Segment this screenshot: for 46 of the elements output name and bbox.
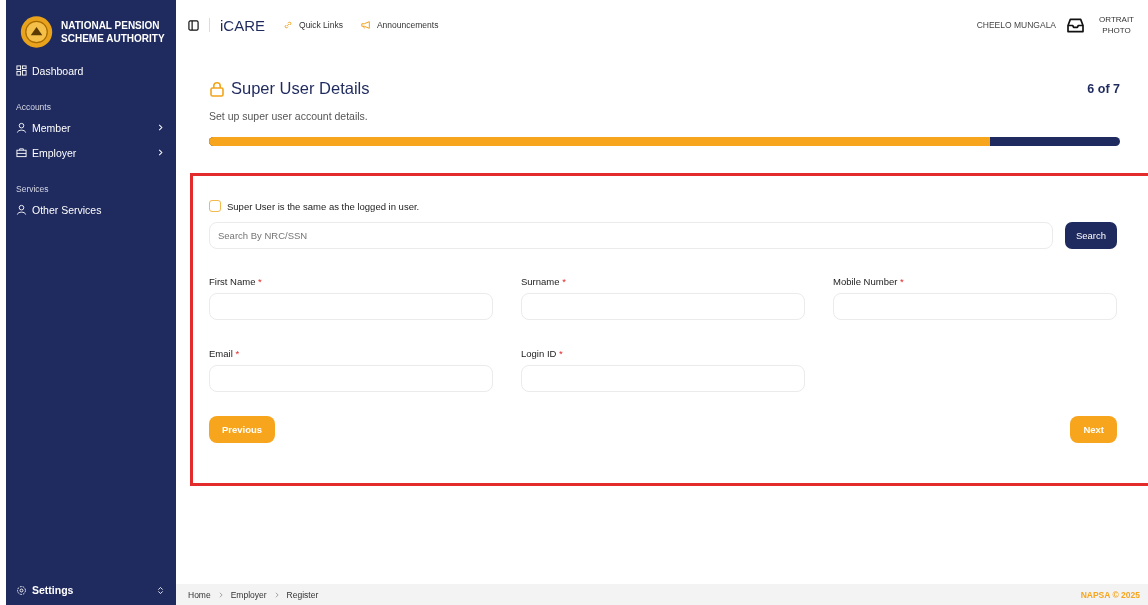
grid-icon — [16, 65, 27, 76]
field-label: Login ID * — [521, 348, 564, 359]
sidebar-item[interactable]: Employer — [6, 140, 176, 165]
checkbox[interactable] — [209, 200, 221, 212]
inbox-icon[interactable] — [1066, 17, 1086, 33]
chevron-icon — [273, 591, 280, 598]
field-label: Email * — [209, 348, 241, 359]
app-name: iCARE — [220, 16, 265, 34]
sidebar-item[interactable]: Other Services — [6, 197, 176, 222]
breadcrumb-link[interactable]: Employer — [230, 589, 267, 600]
search-button[interactable]: Search — [1064, 222, 1117, 249]
field-label: First Name * — [209, 276, 263, 287]
breadcrumb-link[interactable]: Register — [286, 589, 319, 600]
field-label: Surname * — [521, 276, 567, 287]
sidebar-toggle-icon[interactable] — [188, 19, 199, 31]
megaphone-icon — [360, 20, 371, 30]
chevron-icon — [217, 591, 224, 598]
page-subtitle: Set up super user account details. — [209, 110, 369, 122]
portrait-alt-text: PHOTO — [1102, 26, 1131, 35]
copyright: NAPSA © 2025 — [1080, 589, 1140, 600]
user-icon — [16, 122, 27, 133]
field-label: Mobile Number * — [833, 276, 905, 287]
briefcase-icon — [16, 147, 27, 158]
chevron-icon — [157, 149, 164, 156]
checkbox-label: Super User is the same as the logged in user. — [227, 200, 420, 212]
section-heading: Services — [15, 184, 50, 194]
chevron-icon — [157, 124, 164, 131]
portrait-alt-text: ORTRAIT — [1099, 15, 1134, 24]
lock-icon — [209, 80, 225, 97]
header-link[interactable]: Announcements — [360, 20, 439, 30]
sidebar-item[interactable]: Dashboard — [6, 58, 176, 83]
step-counter: 6 of 7 — [1087, 81, 1120, 96]
section-heading: Accounts — [15, 102, 52, 112]
page-title: Super User Details — [231, 79, 370, 98]
user-name: CHEELO MUNGALA — [976, 20, 1057, 30]
user-icon — [16, 204, 27, 215]
emblem-icon — [20, 14, 54, 49]
up-down-icon — [157, 585, 164, 595]
link-icon — [283, 20, 293, 30]
header-link[interactable]: Quick Links — [283, 20, 343, 30]
sidebar-item[interactable]: Member — [6, 115, 176, 140]
search-field[interactable]: Search By NRC/SSN — [209, 222, 1053, 249]
organization-name: NATIONAL PENSION SCHEME AUTHORITY — [61, 18, 166, 45]
settings-icon — [16, 584, 27, 596]
settings-menu[interactable]: Settings — [6, 575, 176, 605]
breadcrumb-link[interactable]: Home — [188, 589, 211, 600]
